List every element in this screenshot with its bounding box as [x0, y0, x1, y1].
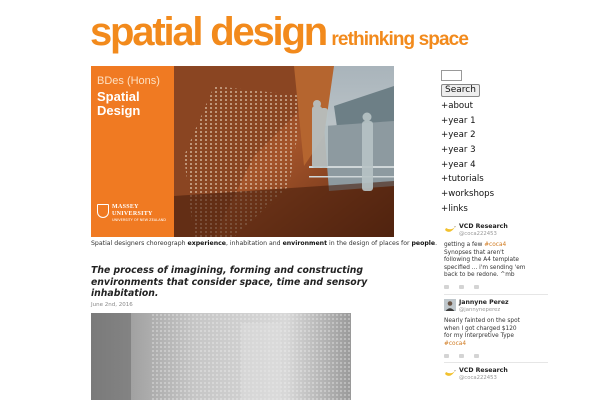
tweet-author-handle[interactable]: @coca222453: [459, 231, 508, 238]
search-input[interactable]: [441, 70, 462, 81]
retweet-icon[interactable]: [459, 285, 464, 290]
tweet-author-name[interactable]: Jannyne Perez: [459, 299, 509, 307]
tweet-actions: [444, 285, 548, 290]
nav-item-about[interactable]: +about: [441, 101, 494, 116]
retweet-icon[interactable]: [459, 353, 464, 358]
tweet-text: getting a few #coca4 Synopses that aren'…: [444, 242, 526, 279]
site-subtitle: rethinking space: [331, 29, 468, 50]
twitter-feed: VCD Research @coca222453 getting a few #…: [444, 223, 548, 382]
hashtag-link[interactable]: #coca4: [484, 242, 506, 248]
site-title[interactable]: spatial design rethinking space: [90, 10, 469, 55]
nav-item-tutorials[interactable]: +tutorials: [441, 174, 494, 189]
tweet-divider: [444, 362, 548, 364]
tweet-author-handle[interactable]: @jannyneperez: [459, 307, 509, 314]
sidebar-nav: +about +year 1 +year 2 +year 3 +year 4 +…: [441, 101, 494, 219]
nav-item-workshops[interactable]: +workshops: [441, 189, 494, 204]
tweet-author-name[interactable]: VCD Research: [459, 223, 508, 231]
reply-icon[interactable]: [444, 353, 449, 358]
hero-program-line1: Spatial: [97, 89, 140, 104]
post-date[interactable]: June 2nd, 2016: [91, 302, 133, 308]
tweet-text: Nearly fainted on the spot when I got ch…: [444, 317, 520, 347]
site-title-main[interactable]: spatial design: [90, 10, 328, 54]
tweet[interactable]: VCD Research @coca222453: [444, 367, 548, 382]
lead-statement: The process of imagining, forming and co…: [91, 265, 368, 299]
person-avatar-icon[interactable]: [444, 298, 456, 311]
crest-icon: [97, 204, 109, 218]
hero-program-line2: Design: [97, 103, 141, 118]
nav-item-links[interactable]: +links: [441, 204, 494, 219]
logo-name2: UNIVERSITY: [112, 211, 153, 217]
tweet-author-handle[interactable]: @coca222453: [459, 375, 508, 382]
hero-banner: BDes (Hons) Spatial Design MASSEY UNIVER…: [91, 66, 394, 237]
search-button[interactable]: Search: [441, 84, 480, 97]
hero-photo: [174, 66, 394, 237]
tweet[interactable]: VCD Research @coca222453 getting a few #…: [444, 223, 548, 290]
hero-degree: BDes (Hons): [97, 75, 160, 87]
logo-name: MASSEY: [112, 204, 139, 210]
hero-panel: BDes (Hons) Spatial Design MASSEY UNIVER…: [91, 66, 174, 237]
nav-item-year-3[interactable]: +year 3: [441, 145, 494, 160]
banana-avatar-icon[interactable]: [444, 367, 456, 379]
tweet-divider: [444, 293, 548, 295]
hero-caption: Spatial designers choreograph experience…: [91, 240, 438, 247]
tweet-author-name[interactable]: VCD Research: [459, 367, 508, 375]
nav-item-year-1[interactable]: +year 1: [441, 116, 494, 131]
like-icon[interactable]: [474, 285, 479, 290]
tweet[interactable]: Jannyne Perez @jannyneperez Nearly faint…: [444, 298, 548, 358]
university-logo: MASSEY UNIVERSITY UNIVERSITY OF NEW ZEAL…: [97, 204, 166, 223]
hashtag-link[interactable]: #coca4: [444, 341, 466, 347]
nav-item-year-4[interactable]: +year 4: [441, 160, 494, 175]
like-icon[interactable]: [474, 353, 479, 358]
banana-avatar-icon[interactable]: [444, 223, 456, 235]
post-image[interactable]: [91, 313, 351, 400]
tweet-actions: [444, 353, 548, 358]
nav-item-year-2[interactable]: +year 2: [441, 130, 494, 145]
reply-icon[interactable]: [444, 285, 449, 290]
logo-subtitle: UNIVERSITY OF NEW ZEALAND: [112, 218, 166, 222]
